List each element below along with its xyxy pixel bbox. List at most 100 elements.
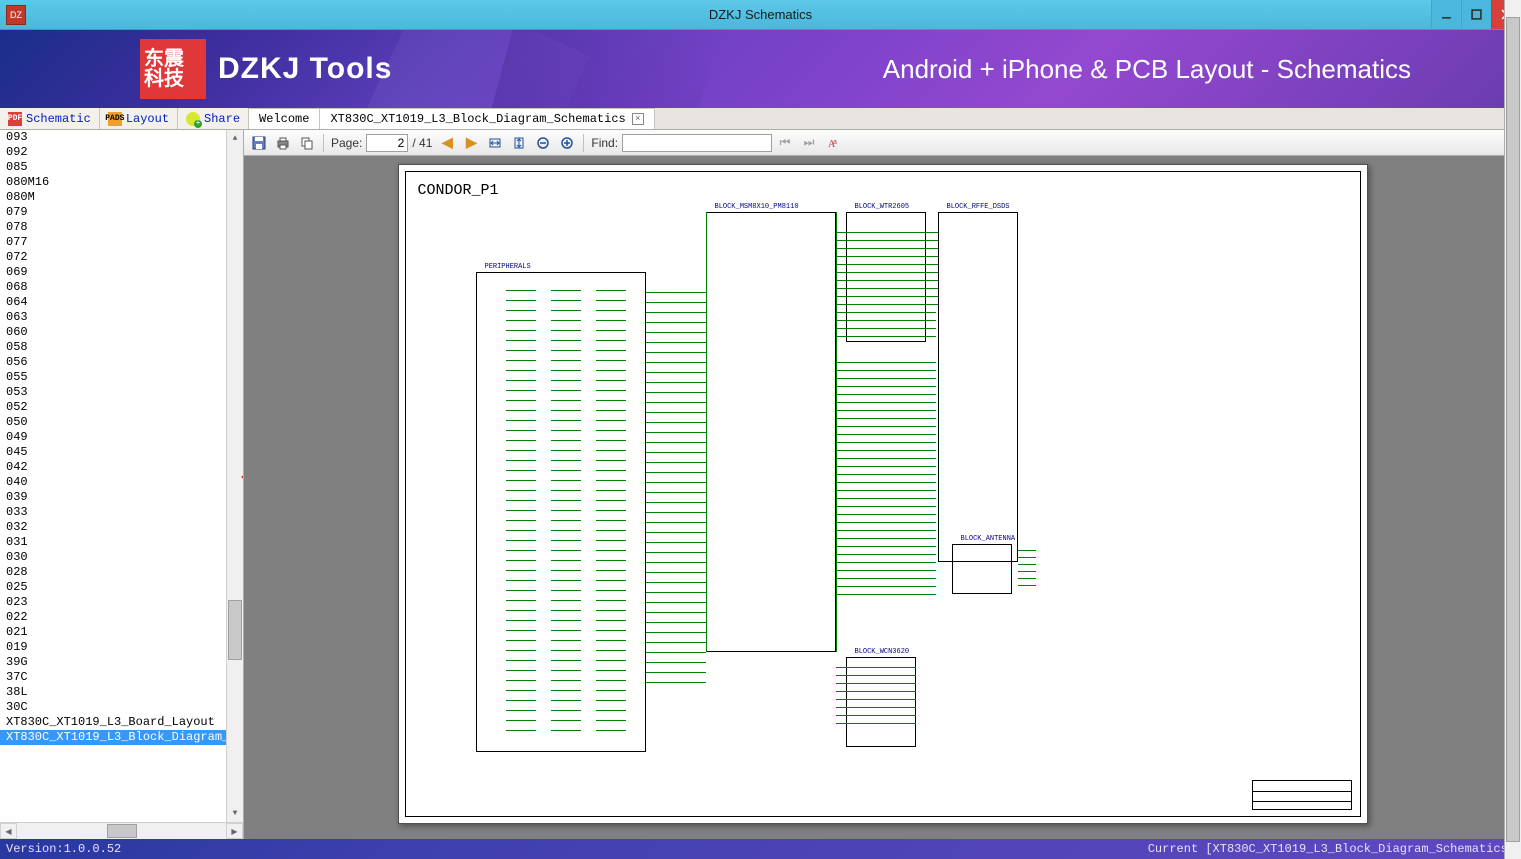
zoom-in-button[interactable] [556, 132, 578, 154]
signal-line [836, 336, 936, 337]
tree-item[interactable]: 031 [0, 535, 243, 550]
tree-item[interactable]: 069 [0, 265, 243, 280]
signal-line [506, 500, 536, 501]
tree-item[interactable]: 032 [0, 520, 243, 535]
page-number-input[interactable] [366, 134, 408, 152]
main-tab-schematic[interactable]: PDFSchematic [0, 108, 100, 129]
scroll-thumb[interactable] [228, 600, 242, 660]
signal-line [551, 330, 581, 331]
tree-item[interactable]: 063 [0, 310, 243, 325]
signal-line [646, 632, 706, 633]
find-next-button[interactable]: ⏭ [798, 132, 820, 154]
signal-line [551, 360, 581, 361]
tree-item[interactable]: 022 [0, 610, 243, 625]
tree-item[interactable]: 077 [0, 235, 243, 250]
title-block [1252, 780, 1352, 810]
main-tab-share[interactable]: Share [178, 108, 249, 129]
signal-line [1018, 564, 1036, 565]
pads-icon: PADS [108, 112, 122, 126]
tree-item[interactable]: 056 [0, 355, 243, 370]
fit-width-button[interactable] [484, 132, 506, 154]
tree-item[interactable]: 078 [0, 220, 243, 235]
tree-item[interactable]: 042 [0, 460, 243, 475]
tree-item[interactable]: 025 [0, 580, 243, 595]
banner: 东震科技 DZKJ Tools Android + iPhone & PCB L… [0, 30, 1521, 108]
find-input[interactable] [622, 134, 772, 152]
signal-line [836, 304, 936, 305]
zoom-out-button[interactable] [532, 132, 554, 154]
minimize-button[interactable] [1431, 0, 1461, 29]
tree-item[interactable]: 028 [0, 565, 243, 580]
print-button[interactable] [272, 132, 294, 154]
tree-item[interactable]: 023 [0, 595, 243, 610]
signal-line [836, 418, 936, 419]
tree-item[interactable]: 080M [0, 190, 243, 205]
save-button[interactable] [248, 132, 270, 154]
tree-item[interactable]: 039 [0, 490, 243, 505]
signal-line [596, 600, 626, 601]
tree-item[interactable]: 080M16 [0, 175, 243, 190]
maximize-button[interactable] [1461, 0, 1491, 29]
tree-item[interactable]: 072 [0, 250, 243, 265]
tree-item[interactable]: 019 [0, 640, 243, 655]
signal-line [506, 310, 536, 311]
scroll-thumb-h[interactable] [107, 824, 137, 838]
tree-item[interactable]: 058 [0, 340, 243, 355]
doc-tab-active[interactable]: XT830C_XT1019_L3_Block_Diagram_Schematic… [320, 108, 654, 129]
scroll-left-icon[interactable]: ◀ [0, 823, 17, 839]
signal-line [506, 340, 536, 341]
tree-item[interactable]: 064 [0, 295, 243, 310]
signal-line [506, 490, 536, 491]
tree-item[interactable]: 049 [0, 430, 243, 445]
tree-item[interactable]: 39G [0, 655, 243, 670]
file-tree[interactable]: 093092085080M16080M079078077072069068064… [0, 130, 243, 822]
tree-item[interactable]: 37C [0, 670, 243, 685]
document-view[interactable]: CONDOR_P1 PERIPHERALS BLOCK_MSM8X10_PM81… [244, 156, 1521, 839]
docview-scrollbar-vertical[interactable] [1504, 0, 1521, 859]
clear-highlight-button[interactable]: Aa [822, 132, 844, 154]
tree-item[interactable]: 30C [0, 700, 243, 715]
signal-line [836, 296, 936, 297]
tree-item[interactable]: 052 [0, 400, 243, 415]
signal-line [646, 532, 706, 533]
tree-scrollbar-horizontal[interactable]: ◀ ▶ [0, 822, 243, 839]
signal-line [551, 420, 581, 421]
signal-line [836, 362, 936, 363]
copy-button[interactable] [296, 132, 318, 154]
main-tab-layout[interactable]: PADSLayout [100, 108, 178, 129]
tree-item[interactable]: XT830C_XT1019_L3_Board_Layout [0, 715, 243, 730]
scroll-right-icon[interactable]: ▶ [226, 823, 243, 839]
tree-item[interactable]: 021 [0, 625, 243, 640]
signal-line [836, 370, 936, 371]
find-prev-button[interactable]: ⏮ [774, 132, 796, 154]
doc-tab-welcome[interactable]: Welcome [249, 108, 320, 129]
tree-item[interactable]: 050 [0, 415, 243, 430]
tree-item[interactable]: 38L [0, 685, 243, 700]
tree-item[interactable]: 079 [0, 205, 243, 220]
tab-label: Share [204, 112, 240, 126]
tab-close-icon[interactable]: × [632, 113, 644, 125]
next-page-button[interactable]: ▶ [460, 132, 482, 154]
tree-item[interactable]: 068 [0, 280, 243, 295]
tree-item[interactable]: 040 [0, 475, 243, 490]
tree-item[interactable]: 033 [0, 505, 243, 520]
signal-line [596, 680, 626, 681]
tree-item[interactable]: 030 [0, 550, 243, 565]
tree-item[interactable]: XT830C_XT1019_L3_Block_Diagram_Schemat [0, 730, 243, 745]
tree-item[interactable]: 045 [0, 445, 243, 460]
tree-item[interactable]: 053 [0, 385, 243, 400]
tree-item[interactable]: 085 [0, 160, 243, 175]
signal-line [836, 410, 936, 411]
scroll-thumb[interactable] [1506, 17, 1520, 842]
tree-item[interactable]: 060 [0, 325, 243, 340]
signal-line [506, 430, 536, 431]
tree-item[interactable]: 093 [0, 130, 243, 145]
signal-line [551, 510, 581, 511]
fit-page-button[interactable] [508, 132, 530, 154]
tree-item[interactable]: 092 [0, 145, 243, 160]
scroll-up-icon[interactable]: ▲ [227, 130, 243, 147]
scroll-down-icon[interactable]: ▼ [227, 805, 243, 822]
tree-item[interactable]: 055 [0, 370, 243, 385]
prev-page-button[interactable]: ◀ [436, 132, 458, 154]
signal-line [836, 402, 936, 403]
